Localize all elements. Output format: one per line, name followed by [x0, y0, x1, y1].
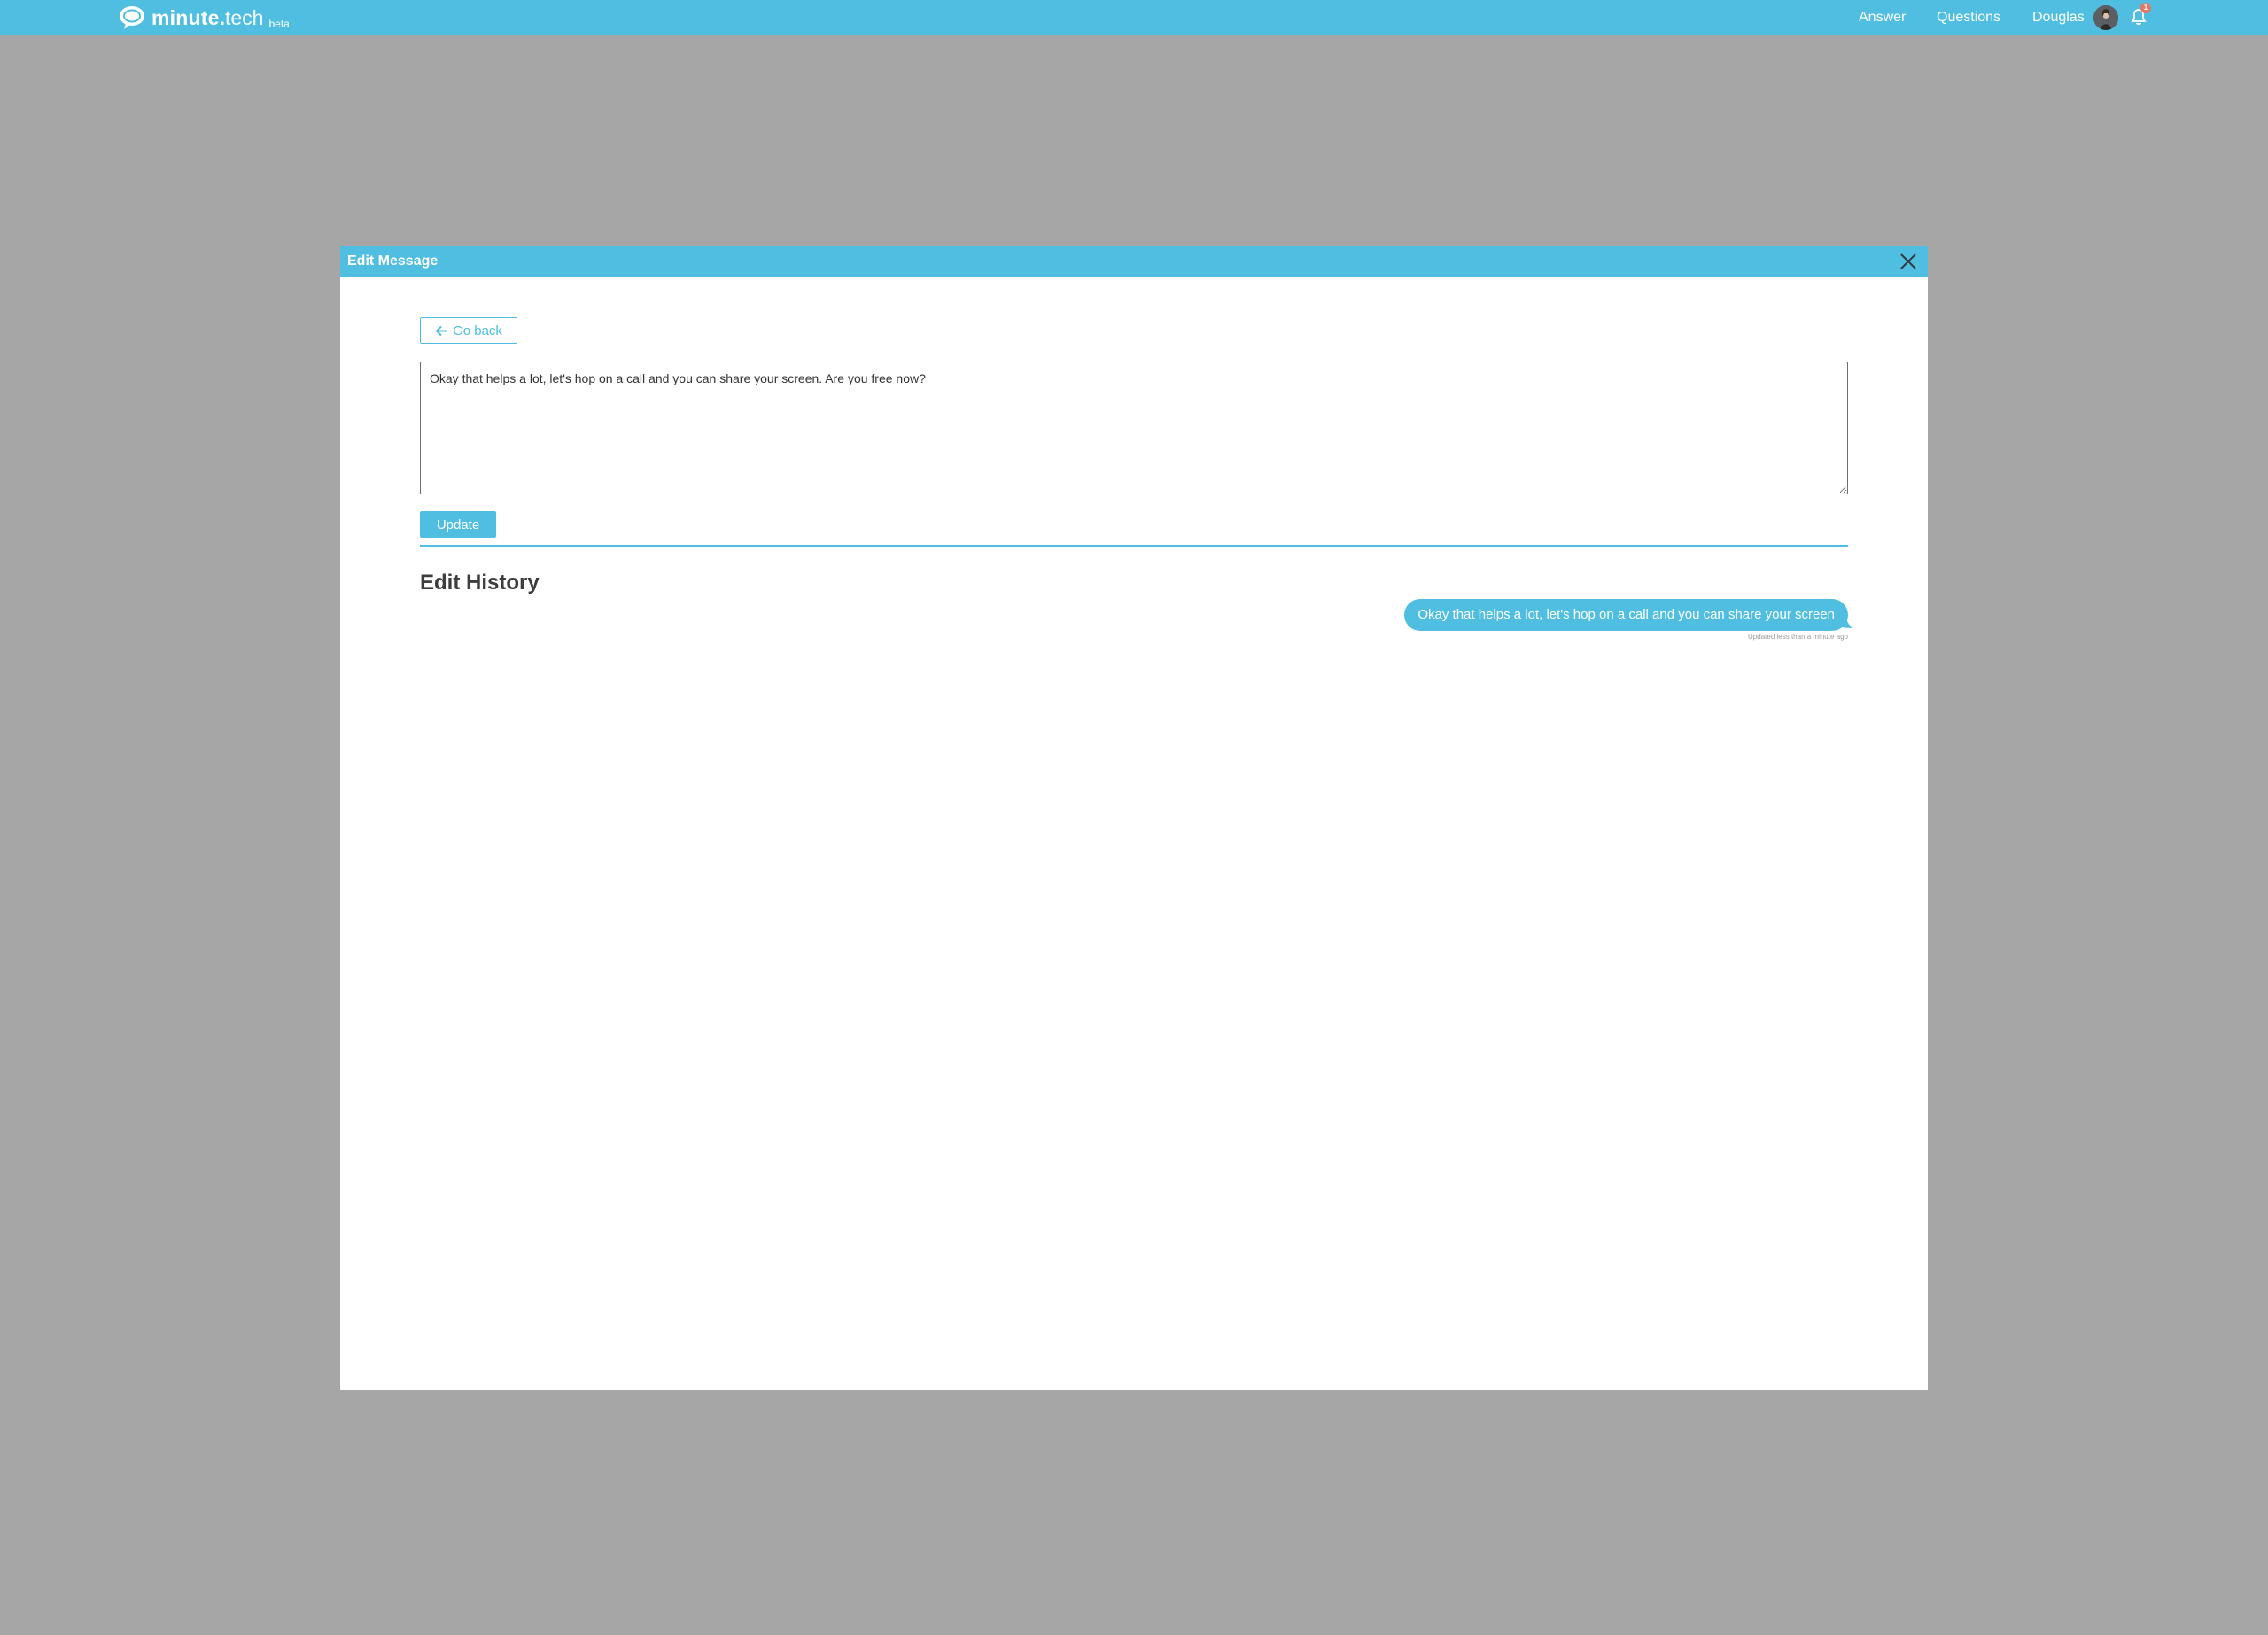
brand-name: minute [151, 5, 220, 29]
modal-title: Edit Message [347, 253, 439, 269]
message-textarea[interactable]: Okay that helps a lot, let's hop on a ca… [420, 362, 1848, 494]
beta-badge: beta [268, 18, 290, 30]
nav-answer-link[interactable]: Answer [1859, 10, 1906, 26]
nav-questions-link[interactable]: Questions [1937, 10, 2000, 26]
section-divider [420, 545, 1848, 547]
edit-message-modal: Edit Message Go back Okay that helps a l… [340, 246, 1928, 1390]
nav-user-link[interactable]: Douglas [2032, 10, 2085, 26]
modal-header: Edit Message [340, 246, 1928, 277]
go-back-button[interactable]: Go back [420, 317, 517, 344]
close-icon[interactable] [1898, 251, 1919, 272]
speech-bubble-icon [120, 6, 144, 29]
avatar-image [2093, 5, 2118, 30]
notification-badge: 1 [2140, 3, 2151, 13]
brand-suffix: tech [224, 5, 264, 29]
update-button[interactable]: Update [420, 511, 496, 538]
brand-logo-link[interactable]: minute. tech beta [118, 4, 290, 32]
history-message-bubble: Okay that helps a lot, let's hop on a ca… [1404, 599, 1848, 631]
edit-history-heading: Edit History [420, 571, 540, 595]
top-navbar: minute. tech beta Answer Questions Dougla… [0, 0, 2268, 35]
bubble-tail [1841, 615, 1853, 628]
arrow-left-icon [435, 325, 448, 336]
history-timestamp: Updated less than a minute ago [1748, 633, 1848, 641]
avatar[interactable] [2093, 5, 2118, 30]
go-back-label: Go back [453, 323, 502, 339]
